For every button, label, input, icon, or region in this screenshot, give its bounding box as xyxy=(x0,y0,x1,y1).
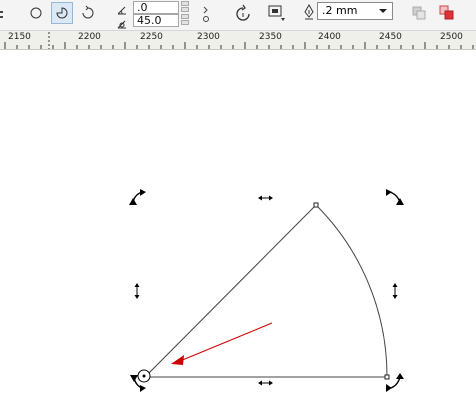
start-angle-input[interactable]: .0 xyxy=(133,1,179,14)
pie-mode-button[interactable] xyxy=(51,2,73,24)
outline-width-value: .2 mm xyxy=(322,4,358,17)
center-node-icon[interactable] xyxy=(137,369,151,383)
rotate-handle-top-left-icon xyxy=(129,189,146,205)
ruler-label: 2300 xyxy=(197,32,220,42)
horizontal-ruler[interactable]: 2150 2200 2250 2300 2350 2400 2450 2500 xyxy=(0,31,476,50)
to-back-button[interactable] xyxy=(436,2,458,24)
property-bar: .0 45.0 .2 mm xyxy=(0,0,476,31)
change-direction-button[interactable] xyxy=(232,2,254,24)
ellipse-mode-icon xyxy=(30,7,42,19)
end-angle-icon xyxy=(116,15,130,29)
ellipse-mode-button[interactable] xyxy=(25,2,47,24)
ruler-ticks xyxy=(4,32,474,49)
arc-mode-icon xyxy=(82,5,94,19)
skew-handle-left-icon xyxy=(134,283,140,299)
direction-toggle-icon[interactable] xyxy=(202,5,210,23)
wrap-text-icon xyxy=(268,5,285,21)
pie-end-node[interactable] xyxy=(384,374,390,380)
start-angle-icon xyxy=(116,1,130,15)
arc-mode-button[interactable] xyxy=(77,2,99,24)
skew-handle-right-icon xyxy=(392,283,398,299)
annotation-arrow-icon xyxy=(171,322,273,365)
pie-shape[interactable] xyxy=(143,204,388,378)
wrap-text-button[interactable] xyxy=(266,2,288,24)
drawing-canvas[interactable] xyxy=(0,50,476,404)
end-angle-stepper[interactable] xyxy=(180,14,190,27)
ruler-label: 2150 xyxy=(8,32,31,42)
to-front-button[interactable] xyxy=(408,2,430,24)
canvas-drawing xyxy=(129,189,404,392)
pie-start-node[interactable] xyxy=(313,202,319,208)
to-front-icon xyxy=(412,6,426,20)
ruler-label: 2200 xyxy=(78,32,101,42)
skew-handle-top-icon xyxy=(258,195,273,201)
end-angle-input[interactable]: 45.0 xyxy=(133,14,179,27)
start-angle-stepper[interactable] xyxy=(180,1,190,14)
rotate-handle-top-right-icon xyxy=(386,189,404,205)
ruler-label: 2250 xyxy=(140,32,163,42)
chevron-down-icon[interactable] xyxy=(376,4,390,18)
change-direction-icon xyxy=(236,4,250,21)
ruler-label: 2400 xyxy=(318,32,341,42)
ruler-label: 2350 xyxy=(259,32,282,42)
outline-pen-icon xyxy=(303,3,315,20)
truncated-tool-icon[interactable] xyxy=(0,6,6,18)
to-back-icon xyxy=(439,5,454,20)
pie-mode-icon xyxy=(56,7,68,19)
outline-width-dropdown[interactable]: .2 mm xyxy=(317,2,393,20)
ruler-label: 2500 xyxy=(440,32,463,42)
ruler-label: 2450 xyxy=(379,32,402,42)
skew-handle-bottom-icon xyxy=(258,380,273,386)
